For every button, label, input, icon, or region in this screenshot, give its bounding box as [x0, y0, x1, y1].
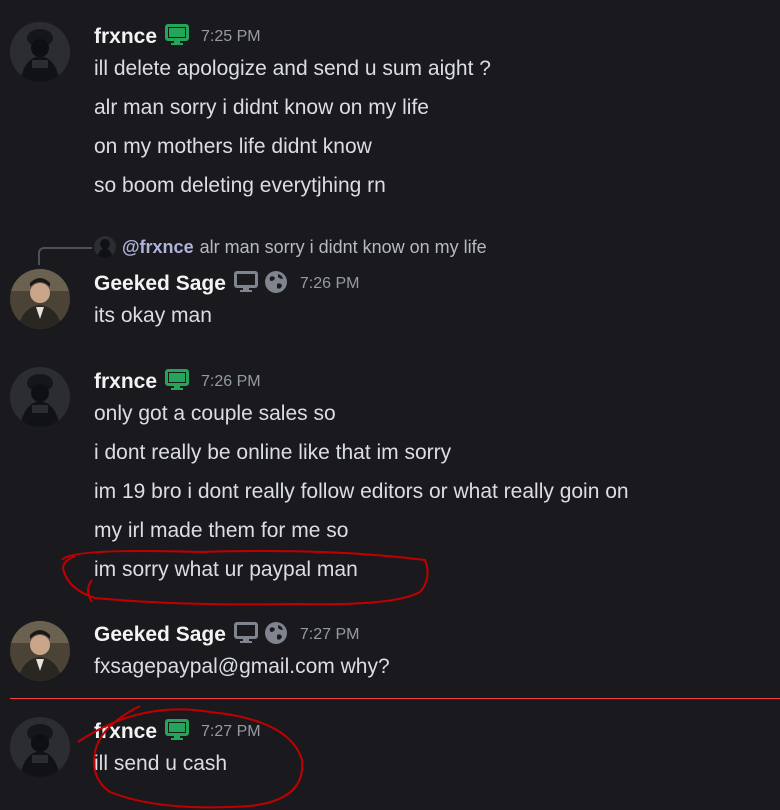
username[interactable]: frxnce	[94, 370, 157, 394]
avatar[interactable]	[10, 367, 70, 427]
username[interactable]: Geeked Sage	[94, 623, 226, 647]
message-text: alr man sorry i didnt know on my life	[94, 96, 429, 119]
message-text: my irl made them for me so	[94, 519, 349, 542]
message-header: Geeked Sage 7:26 PM	[94, 270, 360, 298]
username[interactable]: frxnce	[94, 720, 157, 744]
message-text: so boom deleting everytjhing rn	[94, 174, 386, 197]
timestamp: 7:26 PM	[299, 275, 360, 292]
reply-spine	[38, 247, 92, 265]
avatar[interactable]	[10, 621, 70, 681]
timestamp: 7:25 PM	[201, 28, 261, 45]
message-text: fxsagepaypal@gmail.com why?	[94, 655, 390, 678]
message-text: its okay man	[94, 304, 212, 327]
new-messages-divider	[10, 698, 780, 699]
timestamp: 7:26 PM	[201, 373, 261, 390]
reply-preview[interactable]: @frxnce alr man sorry i didnt know on my…	[94, 236, 487, 258]
desktop-icon	[165, 368, 190, 396]
reply-avatar	[94, 236, 116, 258]
message-text: im sorry what ur paypal man	[94, 558, 358, 581]
message-text: im 19 bro i dont really follow editors o…	[94, 480, 629, 503]
red-annotation-circle	[87, 579, 93, 603]
avatar[interactable]	[10, 22, 70, 82]
message-text: ill send u cash	[94, 752, 228, 775]
globe-icon	[264, 621, 288, 650]
desktop-icon	[233, 270, 258, 298]
desktop-icon	[165, 23, 190, 51]
message-text: on my mothers life didnt know	[94, 135, 372, 158]
timestamp: 7:27 PM	[201, 723, 261, 740]
reply-mention[interactable]: @frxnce	[122, 237, 194, 258]
message-header: frxnce 7:25 PM	[94, 23, 261, 51]
avatar[interactable]	[10, 269, 70, 329]
globe-icon	[264, 270, 288, 299]
timestamp: 7:27 PM	[299, 626, 360, 643]
username[interactable]: frxnce	[94, 25, 157, 49]
message-header: Geeked Sage 7:27 PM	[94, 621, 360, 649]
desktop-icon	[233, 621, 258, 649]
desktop-icon	[165, 718, 190, 746]
reply-text: alr man sorry i didnt know on my life	[199, 236, 487, 257]
message-header: frxnce 7:26 PM	[94, 368, 261, 396]
message-header: frxnce 7:27 PM	[94, 718, 261, 746]
message-text: i dont really be online like that im sor…	[94, 441, 452, 464]
username[interactable]: Geeked Sage	[94, 272, 226, 296]
message-text: only got a couple sales so	[94, 402, 336, 425]
message-text: ill delete apologize and send u sum aigh…	[94, 57, 491, 80]
avatar[interactable]	[10, 717, 70, 777]
